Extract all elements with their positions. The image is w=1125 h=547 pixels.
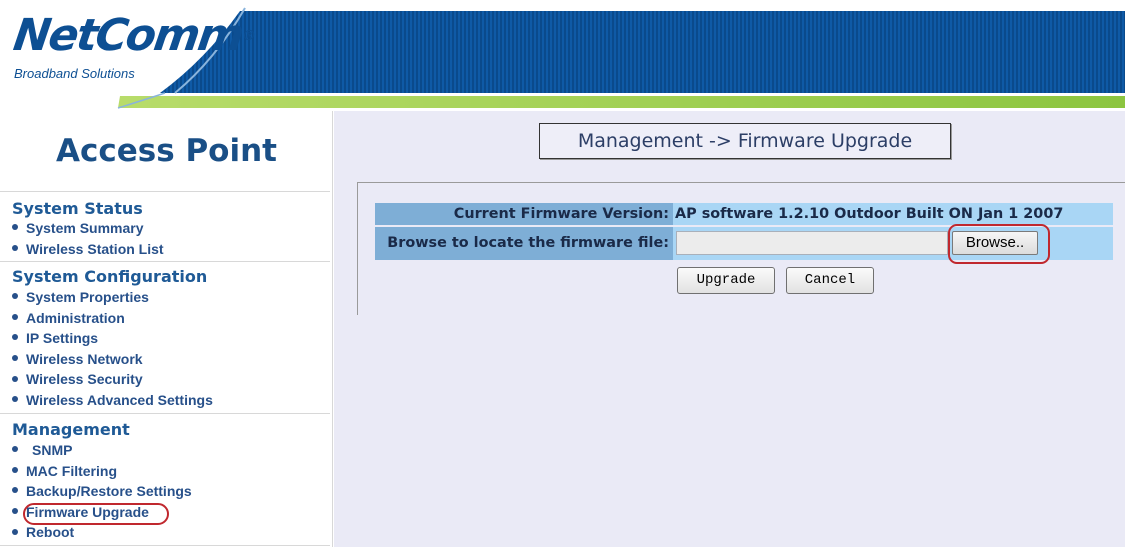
bullet-icon	[12, 355, 18, 362]
sidebar-item-system-summary[interactable]: System Summary	[12, 219, 330, 238]
bullet-icon	[12, 313, 18, 320]
header-banner: NetComm® Broadband Solutions	[0, 0, 1125, 111]
bullet-icon	[12, 528, 18, 535]
logo-tagline: Broadband Solutions	[14, 66, 135, 81]
section-system-configuration: System Configuration System Properties A…	[12, 267, 330, 411]
sidebar-item-administration[interactable]: Administration	[12, 308, 330, 329]
sidebar-item-reboot[interactable]: Reboot	[12, 522, 330, 543]
bullet-icon	[12, 375, 18, 382]
sidebar-item-wireless-station-list[interactable]: Wireless Station List	[12, 238, 330, 260]
main-content: Management -> Firmware Upgrade Current F…	[334, 111, 1125, 547]
divider	[0, 545, 330, 546]
divider	[0, 261, 330, 262]
divider	[0, 191, 330, 192]
divider	[0, 413, 330, 414]
bullet-icon	[12, 446, 18, 453]
file-picker-cell: Browse..	[673, 227, 1113, 260]
sidebar-item-wireless-security[interactable]: Wireless Security	[12, 369, 330, 390]
sidebar-item-mac-filtering[interactable]: MAC Filtering	[12, 461, 330, 482]
sidebar-item-ip-settings[interactable]: IP Settings	[12, 328, 330, 349]
bullet-icon	[12, 466, 18, 473]
section-system-status: System Status System Summary Wireless St…	[12, 199, 330, 260]
bullet-icon	[12, 293, 18, 300]
bullet-icon	[12, 224, 18, 231]
sidebar-item-wireless-network[interactable]: Wireless Network	[12, 349, 330, 370]
cancel-button[interactable]: Cancel	[786, 267, 874, 294]
firmware-version-label: Current Firmware Version:	[375, 203, 673, 225]
section-heading: System Configuration	[12, 267, 208, 286]
firmware-version-value: AP software 1.2.10 Outdoor Built ON Jan …	[673, 203, 1113, 225]
section-heading: System Status	[12, 199, 143, 218]
upgrade-button[interactable]: Upgrade	[677, 267, 775, 294]
browse-button[interactable]: Browse..	[952, 231, 1038, 255]
section-management: Management SNMP MAC Filtering Backup/Res…	[12, 420, 330, 543]
bullet-icon	[12, 396, 18, 403]
sidebar-item-firmware-upgrade[interactable]: Firmware Upgrade	[12, 502, 330, 523]
sidebar-item-snmp[interactable]: SNMP	[12, 440, 330, 461]
sidebar-item-system-properties[interactable]: System Properties	[12, 287, 330, 308]
section-heading: Management	[12, 420, 130, 439]
bullet-icon	[12, 245, 18, 252]
netcomm-logo: NetComm®	[10, 10, 258, 61]
bullet-icon	[12, 508, 18, 515]
bullet-icon	[12, 487, 18, 494]
sidebar-item-wireless-advanced-settings[interactable]: Wireless Advanced Settings	[12, 390, 330, 411]
page-title: Management -> Firmware Upgrade	[539, 123, 951, 159]
browse-file-label: Browse to locate the firmware file:	[375, 227, 673, 260]
sidebar-title: Access Point	[56, 133, 277, 169]
firmware-file-input[interactable]	[676, 231, 948, 255]
sidebar-nav: Access Point System Status System Summar…	[0, 111, 333, 547]
sidebar-item-backup-restore-settings[interactable]: Backup/Restore Settings	[12, 481, 330, 502]
bullet-icon	[12, 334, 18, 341]
